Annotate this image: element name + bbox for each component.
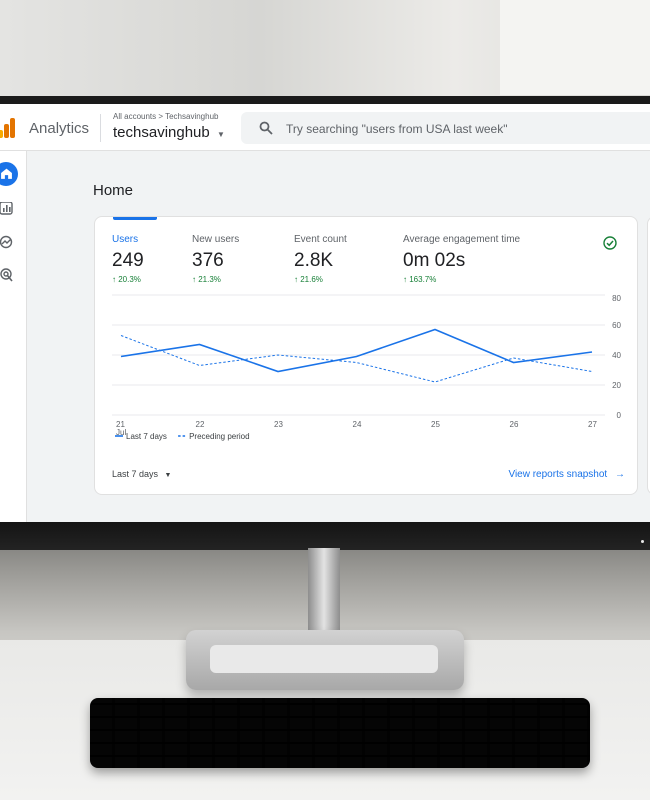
reports-icon[interactable]	[0, 202, 14, 216]
y-tick-label: 40	[612, 351, 621, 360]
nav-home[interactable]	[0, 162, 18, 186]
keyboard	[90, 698, 590, 768]
page-title: Home	[93, 182, 134, 199]
monitor-bezel-top	[0, 96, 650, 104]
advertising-icon[interactable]	[0, 268, 14, 282]
metric-event-count[interactable]: Event count 2.8K ↑ 21.6%	[294, 234, 347, 284]
background-window	[500, 0, 650, 95]
y-tick-label: 20	[612, 381, 621, 390]
explore-icon[interactable]	[0, 235, 14, 249]
series-line-last-7-days	[120, 328, 593, 373]
x-tick-label: 25	[431, 420, 440, 429]
metric-value: 376	[192, 250, 224, 271]
monitor-bezel-bottom	[0, 522, 650, 550]
app-name: Analytics	[29, 120, 90, 137]
account-selector[interactable]: techsavinghub	[113, 124, 210, 141]
view-reports-snapshot-link[interactable]: View reports snapshot →	[508, 469, 625, 480]
x-tick-label: 24	[353, 420, 362, 429]
metric-avg-engagement[interactable]: Average engagement time 0m 02s ↑ 163.7%	[403, 234, 520, 284]
search-icon	[259, 121, 273, 135]
metric-label: Event count	[294, 234, 347, 245]
top-bar: Analytics All accounts > Techsavinghub t…	[0, 104, 650, 151]
overview-card: Users 249 ↑ 20.3% New users 376 ↑ 21.3% …	[94, 216, 638, 495]
active-tab-indicator	[113, 217, 157, 220]
series-line-preceding-period	[120, 335, 593, 383]
x-tick-label: 26	[510, 420, 519, 429]
y-tick-label: 80	[612, 294, 621, 303]
metric-delta: ↑ 21.6%	[294, 275, 323, 284]
x-tick-label: 22	[196, 420, 205, 429]
metric-delta: ↑ 21.3%	[192, 275, 221, 284]
x-tick-label: 23	[274, 420, 283, 429]
analytics-logo-icon[interactable]	[0, 118, 16, 138]
line-chart: 02040608021 22 23 24 25 26 27Jul Last 7 days Pre…	[112, 294, 622, 441]
metric-delta: ↑ 20.3%	[112, 275, 141, 284]
date-range-label: Last 7 days	[112, 469, 159, 479]
chevron-down-icon: ▼	[164, 472, 172, 479]
power-led	[641, 540, 644, 543]
metric-value: 249	[112, 250, 144, 271]
breadcrumb[interactable]: All accounts > Techsavinghub	[113, 112, 218, 121]
arrow-right-icon: →	[615, 469, 625, 480]
metric-label: New users	[192, 234, 240, 245]
side-nav	[0, 151, 27, 522]
home-icon	[1, 168, 12, 179]
metric-new-users[interactable]: New users 376 ↑ 21.3%	[192, 234, 239, 284]
check-circle-icon[interactable]	[603, 236, 617, 250]
monitor-stand-base-inset	[210, 645, 438, 673]
metric-label: Average engagement time	[403, 234, 521, 245]
search-bar[interactable]: Try searching "users from USA last week"	[241, 112, 650, 144]
metric-delta: ↑ 163.7%	[403, 275, 437, 284]
date-range-selector[interactable]: Last 7 days ▼	[112, 469, 171, 479]
metric-value: 0m 02s	[403, 250, 466, 271]
monitor-stand	[308, 548, 340, 638]
legend-label: Last 7 days	[126, 432, 167, 441]
divider	[100, 114, 101, 142]
metric-value: 2.8K	[294, 250, 334, 271]
y-tick-label: 0	[617, 411, 622, 420]
legend-label: Preceding period	[189, 432, 249, 441]
monitor-screen: Analytics All accounts > Techsavinghub t…	[0, 104, 650, 522]
y-tick-label: 60	[612, 321, 621, 330]
x-tick-label: 27	[588, 420, 597, 429]
link-label: View reports snapshot	[508, 469, 608, 480]
metric-label: Users	[112, 234, 139, 245]
metric-users[interactable]: Users 249 ↑ 20.3%	[112, 234, 144, 284]
chevron-down-icon[interactable]: ▼	[217, 130, 225, 139]
search-input[interactable]: Try searching "users from USA last week"	[286, 122, 507, 136]
